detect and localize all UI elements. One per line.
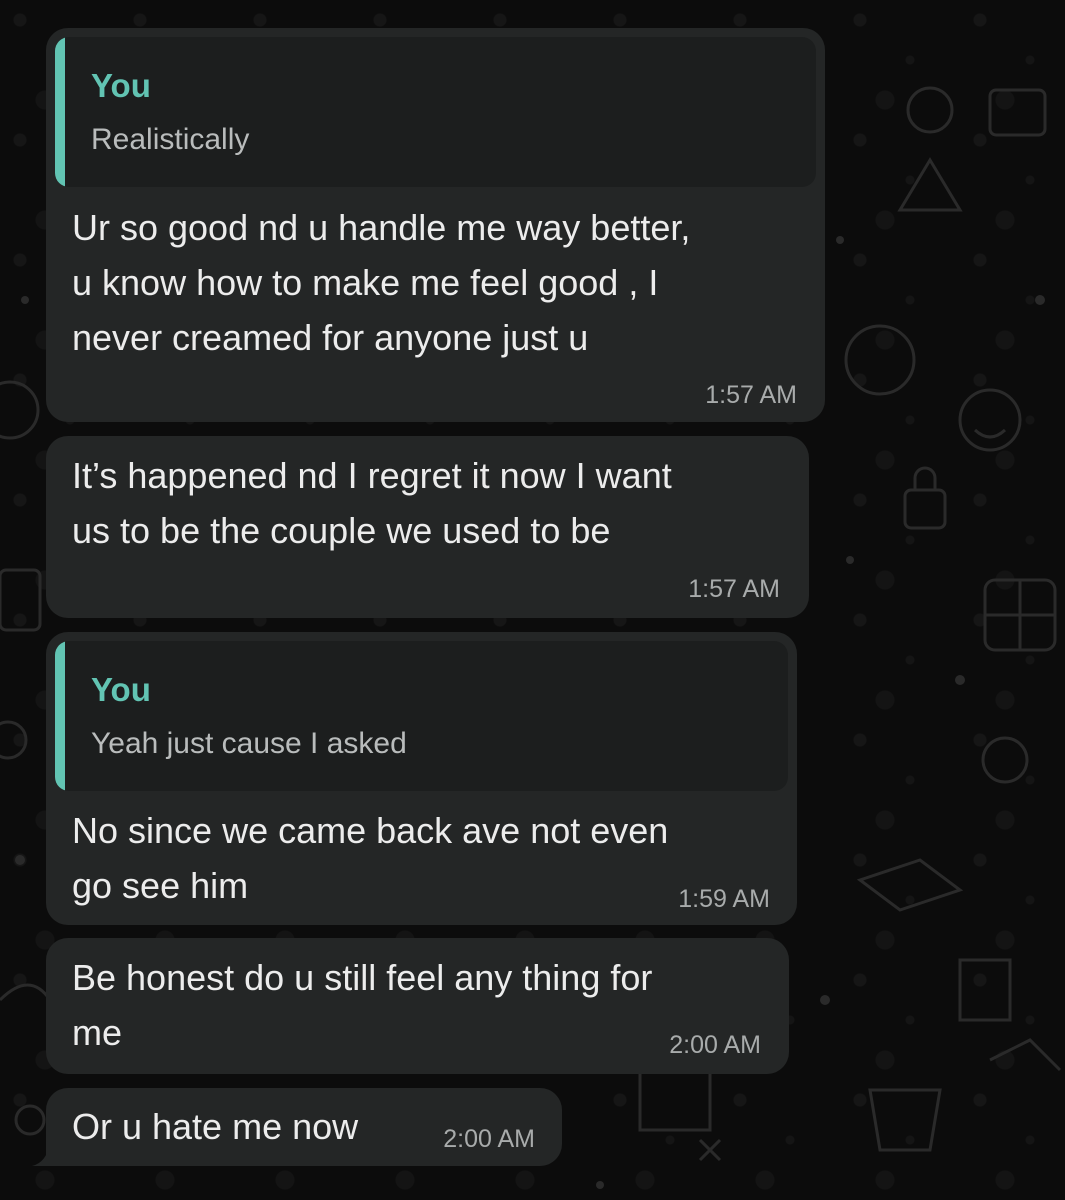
message-text: Or u hate me now	[72, 1106, 359, 1147]
quote-text: Yeah just cause I asked	[91, 727, 407, 760]
message-bubble[interactable]: You Yeah just cause I asked No since we …	[46, 632, 797, 925]
message-timestamp: 1:57 AM	[688, 575, 780, 603]
message-bubble[interactable]: Or u hate me now 2:00 AM	[46, 1088, 562, 1166]
message-text: Be honest do u still feel any thing for …	[72, 957, 653, 1053]
message-text: No since we came back ave not even go se…	[72, 810, 669, 906]
message-bubble[interactable]: Be honest do u still feel any thing for …	[46, 938, 789, 1074]
message-text: It’s happened nd I regret it now I want …	[72, 455, 672, 551]
message-text: Ur so good nd u handle me way better, u …	[72, 207, 691, 358]
message-timestamp: 2:00 AM	[669, 1031, 761, 1059]
quote-accent-bar	[55, 641, 65, 791]
message-bubble[interactable]: It’s happened nd I regret it now I want …	[46, 436, 809, 618]
message-timestamp: 2:00 AM	[443, 1125, 535, 1153]
quote-accent-bar	[55, 37, 65, 187]
reply-quote[interactable]: You Realistically	[55, 37, 816, 187]
quote-author: You	[91, 671, 151, 708]
message-timestamp: 1:57 AM	[705, 381, 797, 409]
reply-quote[interactable]: You Yeah just cause I asked	[55, 641, 788, 791]
quote-author: You	[91, 67, 151, 104]
message-timestamp: 1:59 AM	[678, 885, 770, 913]
message-bubble[interactable]: You Realistically Ur so good nd u handle…	[46, 28, 825, 422]
quote-text: Realistically	[91, 123, 250, 156]
